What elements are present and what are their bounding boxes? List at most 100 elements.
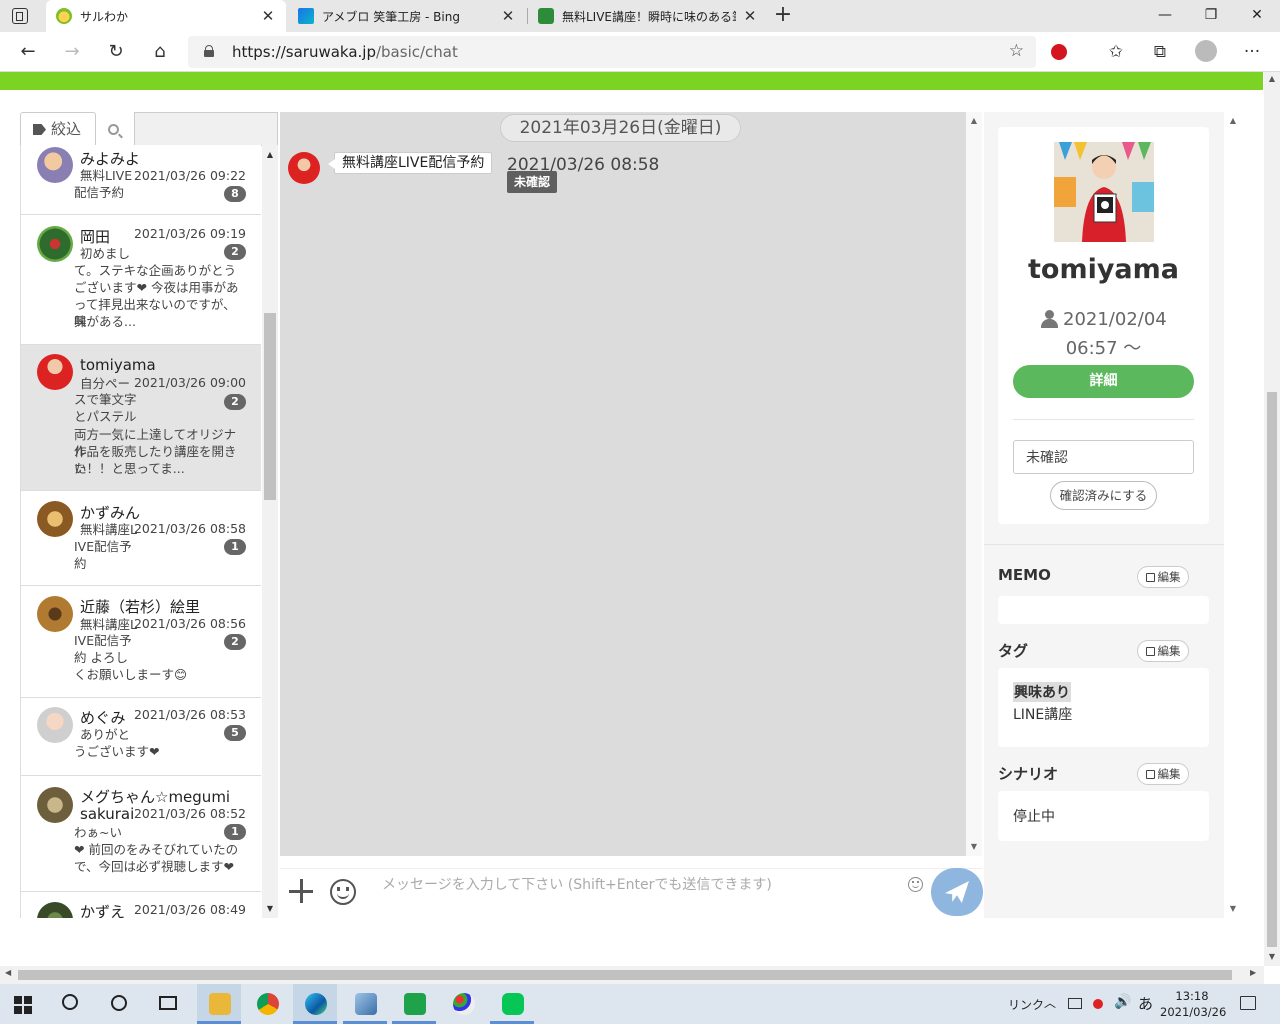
- registered-time: 06:57 ～: [1065, 338, 1142, 359]
- scroll-up-arrow[interactable]: ▲: [1225, 116, 1241, 125]
- scroll-right-arrow[interactable]: ▶: [1250, 968, 1256, 977]
- back-button[interactable]: ←: [16, 40, 40, 64]
- avatar: [37, 501, 73, 537]
- chevron-up-icon[interactable]: ︿: [1044, 994, 1056, 1011]
- lock-icon[interactable]: [204, 45, 214, 57]
- timestamp: 2021/03/26 08:56: [133, 616, 246, 631]
- list-item-selected[interactable]: tomiyama 自分ペー 2021/03/26 09:00 スで筆文字 2 と…: [21, 345, 261, 491]
- favorites-star-add-icon[interactable]: ☆: [1009, 41, 1024, 61]
- notification-icon[interactable]: [1240, 996, 1256, 1010]
- taskbar-edge[interactable]: [293, 984, 337, 1024]
- profile-avatar[interactable]: [1192, 38, 1220, 66]
- security-alert-icon[interactable]: [1091, 997, 1105, 1011]
- scroll-down-arrow[interactable]: ▼: [966, 842, 982, 851]
- scroll-down-arrow[interactable]: ▼: [1264, 952, 1280, 961]
- list-item[interactable]: みよみよ 無料LIVE 2021/03/26 09:22 配信予約 8: [21, 145, 261, 215]
- message-input[interactable]: [372, 870, 902, 900]
- divider: [1013, 419, 1194, 420]
- chat-scrollbar[interactable]: ▲ ▼: [966, 112, 982, 856]
- scroll-thumb[interactable]: [1267, 392, 1277, 947]
- favorites-icon[interactable]: ✩: [1102, 38, 1130, 66]
- url-path: /basic/chat: [375, 43, 458, 61]
- send-button[interactable]: [931, 868, 983, 916]
- scroll-left-arrow[interactable]: ◀: [5, 968, 11, 977]
- volume-icon[interactable]: 🔊: [1114, 994, 1131, 1010]
- folder-icon: [209, 993, 231, 1015]
- scroll-down-arrow[interactable]: ▼: [1225, 904, 1241, 913]
- address-bar[interactable]: https://saruwaka.jp/basic/chat ☆: [188, 36, 1036, 68]
- list-scrollbar[interactable]: ▲ ▼: [262, 145, 278, 918]
- tab-live-course[interactable]: 無料LIVE講座！瞬時に味のある筆文 ✕: [528, 0, 768, 32]
- close-window-button[interactable]: ✕: [1234, 0, 1280, 32]
- network-icon[interactable]: [1068, 998, 1082, 1009]
- clock[interactable]: 13:18 2021/03/26: [1160, 988, 1226, 1020]
- edit-scenario-button[interactable]: 編集: [1137, 763, 1189, 785]
- tab-bing[interactable]: アメブロ 笑筆工房 - Bing ✕: [288, 0, 526, 32]
- list-item[interactable]: メグちゃん☆megumi sakurai 2021/03/26 08:52 わぁ…: [21, 776, 261, 892]
- message-avatar[interactable]: [288, 152, 320, 184]
- more-menu-icon[interactable]: ···: [1238, 38, 1266, 66]
- list-item[interactable]: 岡田 2021/03/26 09:19 初めまし 2 て。ステキな企画ありがとう…: [21, 215, 261, 345]
- attach-plus-icon[interactable]: [288, 878, 314, 904]
- list-item[interactable]: めぐみ 2021/03/26 08:53 ありがと 5 うございます❤: [21, 698, 261, 776]
- detail-button[interactable]: 詳細: [1013, 365, 1194, 398]
- taskbar-spreadsheet[interactable]: [392, 984, 436, 1024]
- maximize-button[interactable]: ❐: [1188, 0, 1234, 32]
- scroll-thumb[interactable]: [18, 970, 1232, 980]
- profile-photo[interactable]: [1054, 142, 1154, 242]
- search-input[interactable]: [134, 112, 278, 146]
- taskbar-explorer[interactable]: [197, 984, 241, 1024]
- message-preview: 無料講座L: [80, 522, 137, 537]
- collections-icon[interactable]: ⧉: [1146, 38, 1174, 66]
- browser-tab-bar: サルわか ✕ アメブロ 笑筆工房 - Bing ✕ 無料LIVE講座！瞬時に味の…: [0, 0, 1280, 32]
- close-icon[interactable]: ✕: [260, 7, 276, 25]
- minimize-button[interactable]: —: [1142, 0, 1188, 32]
- scenario-value: 停止中: [1013, 809, 1055, 825]
- sticker-smiley-icon[interactable]: [330, 879, 356, 905]
- status-select[interactable]: 未確認: [1013, 440, 1194, 474]
- memo-box[interactable]: [998, 596, 1209, 624]
- ime-indicator[interactable]: あ: [1138, 993, 1153, 1014]
- filter-label: 絞込: [51, 120, 82, 138]
- forward-button[interactable]: →: [60, 40, 84, 64]
- scroll-thumb[interactable]: [264, 313, 276, 500]
- search-icon[interactable]: [62, 994, 78, 1010]
- taskbar-chrome[interactable]: [245, 984, 289, 1024]
- timestamp: 2021/03/26 08:58: [133, 521, 246, 536]
- close-icon[interactable]: ✕: [742, 7, 758, 25]
- taskbar-paint[interactable]: [441, 984, 485, 1024]
- taskbar-app[interactable]: [343, 984, 387, 1024]
- scroll-down-arrow[interactable]: ▼: [262, 904, 278, 913]
- tab-actions-icon[interactable]: [12, 8, 28, 24]
- date-separator: 2021年03月26日(金曜日): [500, 114, 741, 142]
- avatar: [37, 707, 73, 743]
- close-icon[interactable]: ✕: [500, 7, 516, 25]
- home-button[interactable]: ⌂: [148, 40, 172, 64]
- list-item[interactable]: 近藤（若杉）絵里 無料講座L 2021/03/26 08:56 IVE配信予 2…: [21, 586, 261, 698]
- list-item[interactable]: かずえ 2021/03/26 08:49: [21, 892, 261, 918]
- profile-scrollbar[interactable]: ▲ ▼: [1225, 112, 1241, 918]
- page-horizontal-scrollbar[interactable]: ◀ ▶: [0, 966, 1264, 984]
- filter-tab[interactable]: 絞込: [20, 112, 96, 145]
- mark-confirmed-button[interactable]: 確認済みにする: [1050, 481, 1157, 510]
- emoji-icon[interactable]: [908, 877, 923, 892]
- scroll-up-arrow[interactable]: ▲: [966, 116, 982, 125]
- new-tab-button[interactable]: +: [772, 4, 794, 28]
- url-text[interactable]: https://saruwaka.jp/basic/chat: [232, 43, 458, 61]
- scroll-up-arrow[interactable]: ▲: [262, 150, 278, 159]
- page-vertical-scrollbar[interactable]: ▲ ▼: [1264, 72, 1280, 966]
- task-view-icon[interactable]: [159, 996, 177, 1010]
- edit-tag-button[interactable]: 編集: [1137, 640, 1189, 662]
- taskbar-line[interactable]: [490, 984, 534, 1024]
- cortana-icon[interactable]: [111, 995, 127, 1011]
- reload-button[interactable]: ↻: [104, 40, 128, 64]
- tab-saruwaka[interactable]: サルわか ✕: [46, 0, 286, 32]
- windows-start-icon[interactable]: [14, 996, 32, 1014]
- extension-icon[interactable]: [1045, 38, 1073, 66]
- edit-memo-button[interactable]: 編集: [1137, 566, 1189, 588]
- paint-icon: [453, 993, 475, 1015]
- tray-link-label[interactable]: リンク: [1008, 996, 1044, 1013]
- scroll-up-arrow[interactable]: ▲: [1264, 74, 1280, 83]
- list-item[interactable]: かずみん 無料講座L 2021/03/26 08:58 IVE配信予 1 約: [21, 491, 261, 586]
- unread-badge: 5: [224, 725, 246, 741]
